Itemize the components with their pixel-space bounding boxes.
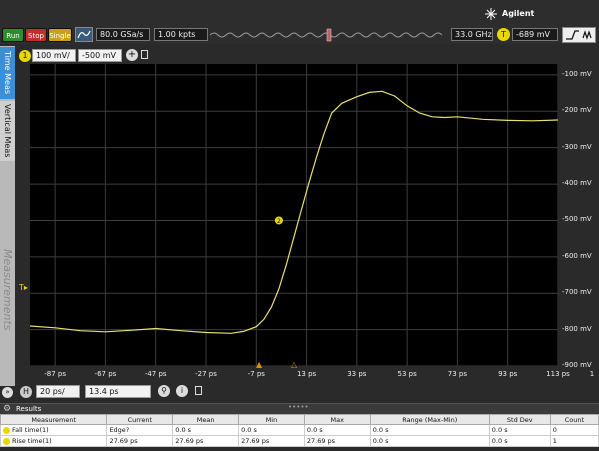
tab-vertical-meas[interactable]: Vertical Meas [0, 101, 15, 161]
horizontal-position-field[interactable]: 13.4 ps [85, 385, 151, 398]
trigger-level-field[interactable]: -689 mV [512, 28, 558, 41]
brand-label: Agilent [502, 9, 535, 18]
results-cell: 0.0 s [369, 424, 490, 436]
x-tick-label: -27 ps [195, 370, 217, 378]
x-tick-label: -67 ps [94, 370, 117, 378]
results-row[interactable]: Fall time(1) Edge? 0.0 s 0.0 s 0.0 s 0.0 s 0.0… [0, 424, 599, 436]
results-cell: Edge? [106, 424, 174, 436]
waveform-plot[interactable]: 2 [30, 64, 558, 366]
results-column-header[interactable]: Range (Max-Min) [369, 414, 490, 425]
results-cell: Fall time(1) [0, 424, 108, 436]
results-cell: 0 [549, 424, 599, 436]
expand-icon[interactable]: » [2, 387, 13, 398]
results-row[interactable]: Rise time(1) 27.69 ps 27.69 ps 27.69 ps 27.6… [0, 435, 599, 447]
time-reference-marker[interactable]: ▲ [256, 360, 262, 369]
channel-1-dot-icon [3, 437, 10, 445]
x-tick-label: -7 ps [247, 370, 265, 378]
bandwidth-field[interactable]: 33.0 GHz [451, 28, 493, 41]
x-tick-label: 53 ps [397, 370, 417, 378]
channel-offset-field[interactable]: -500 mV [78, 49, 122, 62]
results-cell: 0.0 s [172, 424, 240, 436]
overview-window[interactable] [326, 28, 332, 42]
y-tick-label: -100 mV [562, 69, 592, 78]
results-cell: 1 [549, 435, 599, 447]
x-tick-label: 93 ps [498, 370, 518, 378]
add-channel-icon[interactable]: + [126, 49, 138, 61]
results-column-header[interactable]: Std Dev [488, 414, 551, 425]
y-tick-label: -400 mV [562, 179, 592, 188]
measurement-marker-label: 2 [277, 218, 281, 225]
trigger-level-marker[interactable]: T▸ [19, 283, 28, 292]
results-cell: Rise time(1) [0, 435, 108, 447]
results-cell: 0.0 s [488, 424, 551, 436]
horizontal-badge[interactable]: H [20, 386, 32, 398]
results-table: Measurement Current Mean Min Max Range (Max-M… [0, 414, 599, 447]
x-tick-label: -87 ps [44, 370, 67, 378]
channel-menu-icon[interactable] [141, 50, 148, 59]
results-column-header[interactable]: Count [549, 414, 599, 425]
results-cell: 27.69 ps [106, 435, 174, 447]
waveform-overview[interactable] [210, 27, 448, 43]
results-cell: 27.69 ps [238, 435, 305, 447]
y-tick-label: -600 mV [562, 251, 592, 260]
horizontal-scale-field[interactable]: 20 ps/ [36, 385, 80, 398]
tab-time-meas[interactable]: Time Meas [0, 47, 15, 99]
zoom-icon[interactable]: ⚲ [158, 385, 170, 397]
y-tick-label: -300 mV [562, 142, 592, 151]
sample-rate-field[interactable]: 80.0 GSa/s [96, 28, 150, 41]
gear-icon[interactable]: ⚙ [3, 404, 11, 414]
horizontal-info-icon[interactable]: i [176, 385, 188, 397]
autoscale-icon[interactable] [75, 27, 93, 42]
channel-1-dot-icon [3, 426, 10, 434]
results-title: Results [16, 405, 42, 413]
x-tick-label: 113 ps [546, 370, 570, 378]
agilent-logo-icon [485, 8, 497, 20]
results-column-header[interactable]: Measurement [0, 414, 108, 425]
results-column-header[interactable]: Max [303, 414, 371, 425]
results-column-header[interactable]: Min [238, 414, 305, 425]
measurements-watermark: Measurements [1, 249, 14, 331]
horizontal-menu-icon[interactable] [195, 386, 202, 395]
y-tick-label: -700 mV [562, 288, 592, 297]
results-cell: 0.0 s [488, 435, 551, 447]
y-tick-label: -800 mV [562, 324, 592, 333]
trigger-slope-icon[interactable] [562, 27, 596, 43]
channel-scale-field[interactable]: 100 mV/ [32, 49, 76, 62]
y-tick-label: -900 mV [562, 361, 592, 369]
trigger-badge[interactable]: T [497, 28, 510, 41]
plot-background [30, 64, 558, 366]
results-cell: 0.0 s [238, 424, 305, 436]
results-cell: 0.0 s [303, 424, 371, 436]
results-cell: 0.0 s [369, 435, 490, 447]
x-tick-label: 73 ps [447, 370, 468, 378]
stop-button[interactable]: Stop [25, 28, 47, 42]
x-tick-label: 33 ps [347, 370, 367, 378]
y-tick-label: -500 mV [562, 215, 592, 224]
trigger-marker-label: T [19, 283, 24, 292]
y-tick-label: -200 mV [562, 106, 592, 115]
x-tick-label: 13 ps [296, 370, 317, 378]
x-tick-label-end: 1 [589, 370, 595, 378]
channel-1-badge[interactable]: 1 [19, 50, 31, 62]
results-cell: 27.69 ps [172, 435, 240, 447]
run-button[interactable]: Run [2, 28, 24, 42]
single-button[interactable]: Single [48, 28, 72, 42]
x-tick-label: -47 ps [144, 370, 167, 378]
memory-depth-field[interactable]: 1.00 kpts [154, 28, 208, 41]
results-cell: 27.69 ps [303, 435, 371, 447]
results-drag-handle[interactable]: ••••• [288, 403, 309, 411]
results-column-header[interactable]: Mean [172, 414, 240, 425]
trigger-time-marker[interactable]: △ [291, 360, 297, 369]
results-column-header[interactable]: Current [106, 414, 174, 425]
